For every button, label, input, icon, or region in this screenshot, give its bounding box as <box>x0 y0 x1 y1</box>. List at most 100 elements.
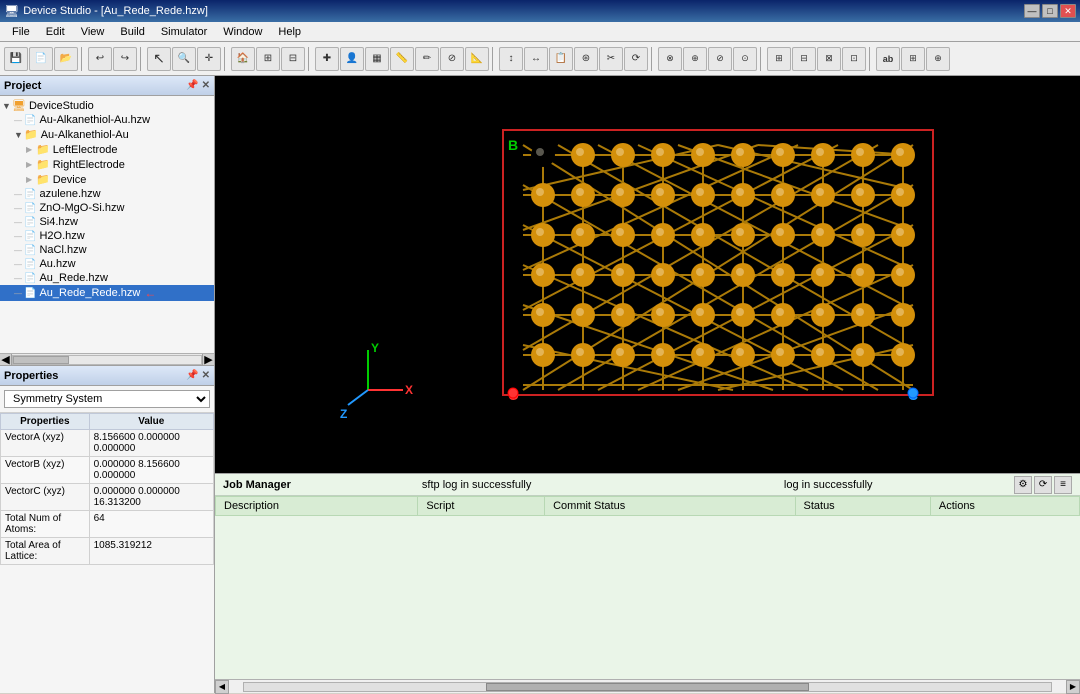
project-panel-header: Project 📌 ✕ <box>0 76 214 96</box>
toolbar-add-atom[interactable]: ✚ <box>315 47 339 71</box>
tree-item-si4[interactable]: — 📄 Si4.hzw <box>0 215 214 229</box>
toolbar-op1[interactable]: ⊗ <box>658 47 682 71</box>
property-name: Total Num of Atoms: <box>1 511 90 538</box>
toolbar-zoom[interactable]: 🔍 <box>172 47 196 71</box>
toolbar-sym4[interactable]: ⊡ <box>842 47 866 71</box>
job-manager-scrollbar[interactable]: ◀ ▶ <box>215 679 1080 693</box>
toolbar-pan[interactable]: ✛ <box>197 47 221 71</box>
property-value: 0.000000 0.000000 16.313200 <box>89 484 213 511</box>
job-manager-refresh-icon[interactable]: ⟳ <box>1034 476 1052 494</box>
project-pin-icon[interactable]: 📌 <box>186 80 198 91</box>
properties-tbody: VectorA (xyz)8.156600 0.000000 0.000000V… <box>1 430 214 565</box>
tree-item-au-rede[interactable]: — 📄 Au_Rede.hzw <box>0 271 214 285</box>
project-panel-controls: 📌 ✕ <box>186 80 210 91</box>
tree-item-h2o[interactable]: — 📄 H2O.hzw <box>0 229 214 243</box>
properties-close-icon[interactable]: ✕ <box>202 370 210 381</box>
properties-table: Properties Value VectorA (xyz)8.156600 0… <box>0 413 214 565</box>
toolbar-new[interactable]: 📄 <box>29 47 53 71</box>
toolbar-extra2[interactable]: ⊕ <box>926 47 950 71</box>
toolbar-person[interactable]: 👤 <box>340 47 364 71</box>
menu-view[interactable]: View <box>73 25 113 39</box>
toolbar-undo[interactable]: ↩ <box>88 47 112 71</box>
job-manager-header: Job Manager sftp log in successfully log… <box>215 474 1080 496</box>
project-hscrollbar[interactable] <box>12 355 202 365</box>
menu-window[interactable]: Window <box>215 25 270 39</box>
job-hscrollbar[interactable] <box>243 682 1052 692</box>
tree-item-au-alkanethiol-file[interactable]: — 📄 Au-Alkanethiol-Au.hzw <box>0 113 214 127</box>
symmetry-select[interactable]: Symmetry System <box>4 390 210 408</box>
properties-panel-title: Properties <box>4 370 58 382</box>
toolbar-cut[interactable]: ✂ <box>599 47 623 71</box>
sep2 <box>140 47 144 71</box>
tree-item-au-alkanethiol-folder[interactable]: ▼ 📁 Au-Alkanethiol-Au <box>0 127 214 142</box>
toolbar-select[interactable]: ↖ <box>147 47 171 71</box>
toolbar-extra1[interactable]: ⊞ <box>901 47 925 71</box>
toolbar-op4[interactable]: ⊙ <box>733 47 757 71</box>
menu-build[interactable]: Build <box>112 25 152 39</box>
toolbar-edit[interactable]: ✏ <box>415 47 439 71</box>
property-row: VectorB (xyz)0.000000 8.156600 0.000000 <box>1 457 214 484</box>
toolbar-label[interactable]: ab <box>876 47 900 71</box>
tree-item-devicestudio[interactable]: ▼ 🖥 DeviceStudio <box>0 98 214 113</box>
job-manager-settings-icon[interactable]: ⚙ <box>1014 476 1032 494</box>
toolbar-measure[interactable]: 📏 <box>390 47 414 71</box>
tree-item-znomgosi[interactable]: — 📄 ZnO-MgO-Si.hzw <box>0 201 214 215</box>
toolbar-flip-h[interactable]: ↔ <box>524 47 548 71</box>
toolbar-sym1[interactable]: ⊞ <box>767 47 791 71</box>
toolbar-copy[interactable]: 📋 <box>549 47 573 71</box>
job-hscrollbar-thumb[interactable] <box>486 683 809 691</box>
menu-bar: File Edit View Build Simulator Window He… <box>0 22 1080 42</box>
project-hscrollbar-thumb[interactable] <box>13 356 69 364</box>
toolbar-op2[interactable]: ⊕ <box>683 47 707 71</box>
job-manager-menu-icon[interactable]: ≡ <box>1054 476 1072 494</box>
tree-item-left-electrode[interactable]: ▶ 📁 LeftElectrode <box>0 142 214 157</box>
toolbar-save[interactable]: 💾 <box>4 47 28 71</box>
main-area: Project 📌 ✕ ▼ 🖥 DeviceStudio — 📄 <box>0 76 1080 693</box>
toolbar-grid-remove[interactable]: ⊟ <box>281 47 305 71</box>
project-panel-title: Project <box>4 80 41 92</box>
menu-simulator[interactable]: Simulator <box>153 25 215 39</box>
toolbar-bond[interactable]: ⊛ <box>574 47 598 71</box>
toolbar-op3[interactable]: ⊘ <box>708 47 732 71</box>
toolbar-home[interactable]: 🏠 <box>231 47 255 71</box>
tree-item-right-electrode[interactable]: ▶ 📁 RightElectrode <box>0 157 214 172</box>
menu-edit[interactable]: Edit <box>38 25 73 39</box>
toolbar-open[interactable]: 📂 <box>54 47 78 71</box>
properties-pin-icon[interactable]: 📌 <box>186 370 198 381</box>
toolbar-sym2[interactable]: ⊟ <box>792 47 816 71</box>
project-close-icon[interactable]: ✕ <box>202 80 210 91</box>
arrow-indicator: ← <box>144 286 156 300</box>
minimize-button[interactable]: — <box>1024 4 1040 18</box>
toolbar-rotate[interactable]: ⟳ <box>624 47 648 71</box>
menu-help[interactable]: Help <box>270 25 309 39</box>
toolbar-sym3[interactable]: ⊠ <box>817 47 841 71</box>
toolbar-lattice[interactable]: ▦ <box>365 47 389 71</box>
property-row: Total Num of Atoms:64 <box>1 511 214 538</box>
toolbar-angle[interactable]: 📐 <box>465 47 489 71</box>
toolbar-circle[interactable]: ⊘ <box>440 47 464 71</box>
tree-item-device[interactable]: ▶ 📁 Device <box>0 172 214 187</box>
job-manager-status1: sftp log in successfully <box>311 479 643 491</box>
tree-item-nacl[interactable]: — 📄 NaCl.hzw <box>0 243 214 257</box>
toolbar-redo[interactable]: ↪ <box>113 47 137 71</box>
job-col-description: Description <box>216 497 418 516</box>
toolbar-grid-add[interactable]: ⊞ <box>256 47 280 71</box>
properties-panel-controls: 📌 ✕ <box>186 370 210 381</box>
scroll-right-btn[interactable]: ▶ <box>202 354 214 365</box>
job-col-actions: Actions <box>930 497 1079 516</box>
tree-item-au-rede-rede[interactable]: — 📄 Au_Rede_Rede.hzw ← <box>0 285 214 301</box>
viewport[interactable]: B C O Y X Z <box>215 76 1080 473</box>
maximize-button[interactable]: □ <box>1042 4 1058 18</box>
project-scrollbar[interactable]: ◀ ▶ <box>0 353 214 365</box>
scroll-left-arrow[interactable]: ◀ <box>215 680 229 694</box>
scroll-right-arrow[interactable]: ▶ <box>1066 680 1080 694</box>
property-value: 1085.319212 <box>89 538 213 565</box>
toolbar-flip-v[interactable]: ↕ <box>499 47 523 71</box>
menu-file[interactable]: File <box>4 25 38 39</box>
props-col-value: Value <box>89 414 213 430</box>
sep3 <box>224 47 228 71</box>
close-button[interactable]: ✕ <box>1060 4 1076 18</box>
tree-item-azulene[interactable]: — 📄 azulene.hzw <box>0 187 214 201</box>
tree-item-au[interactable]: — 📄 Au.hzw <box>0 257 214 271</box>
scroll-left-btn[interactable]: ◀ <box>0 354 12 365</box>
